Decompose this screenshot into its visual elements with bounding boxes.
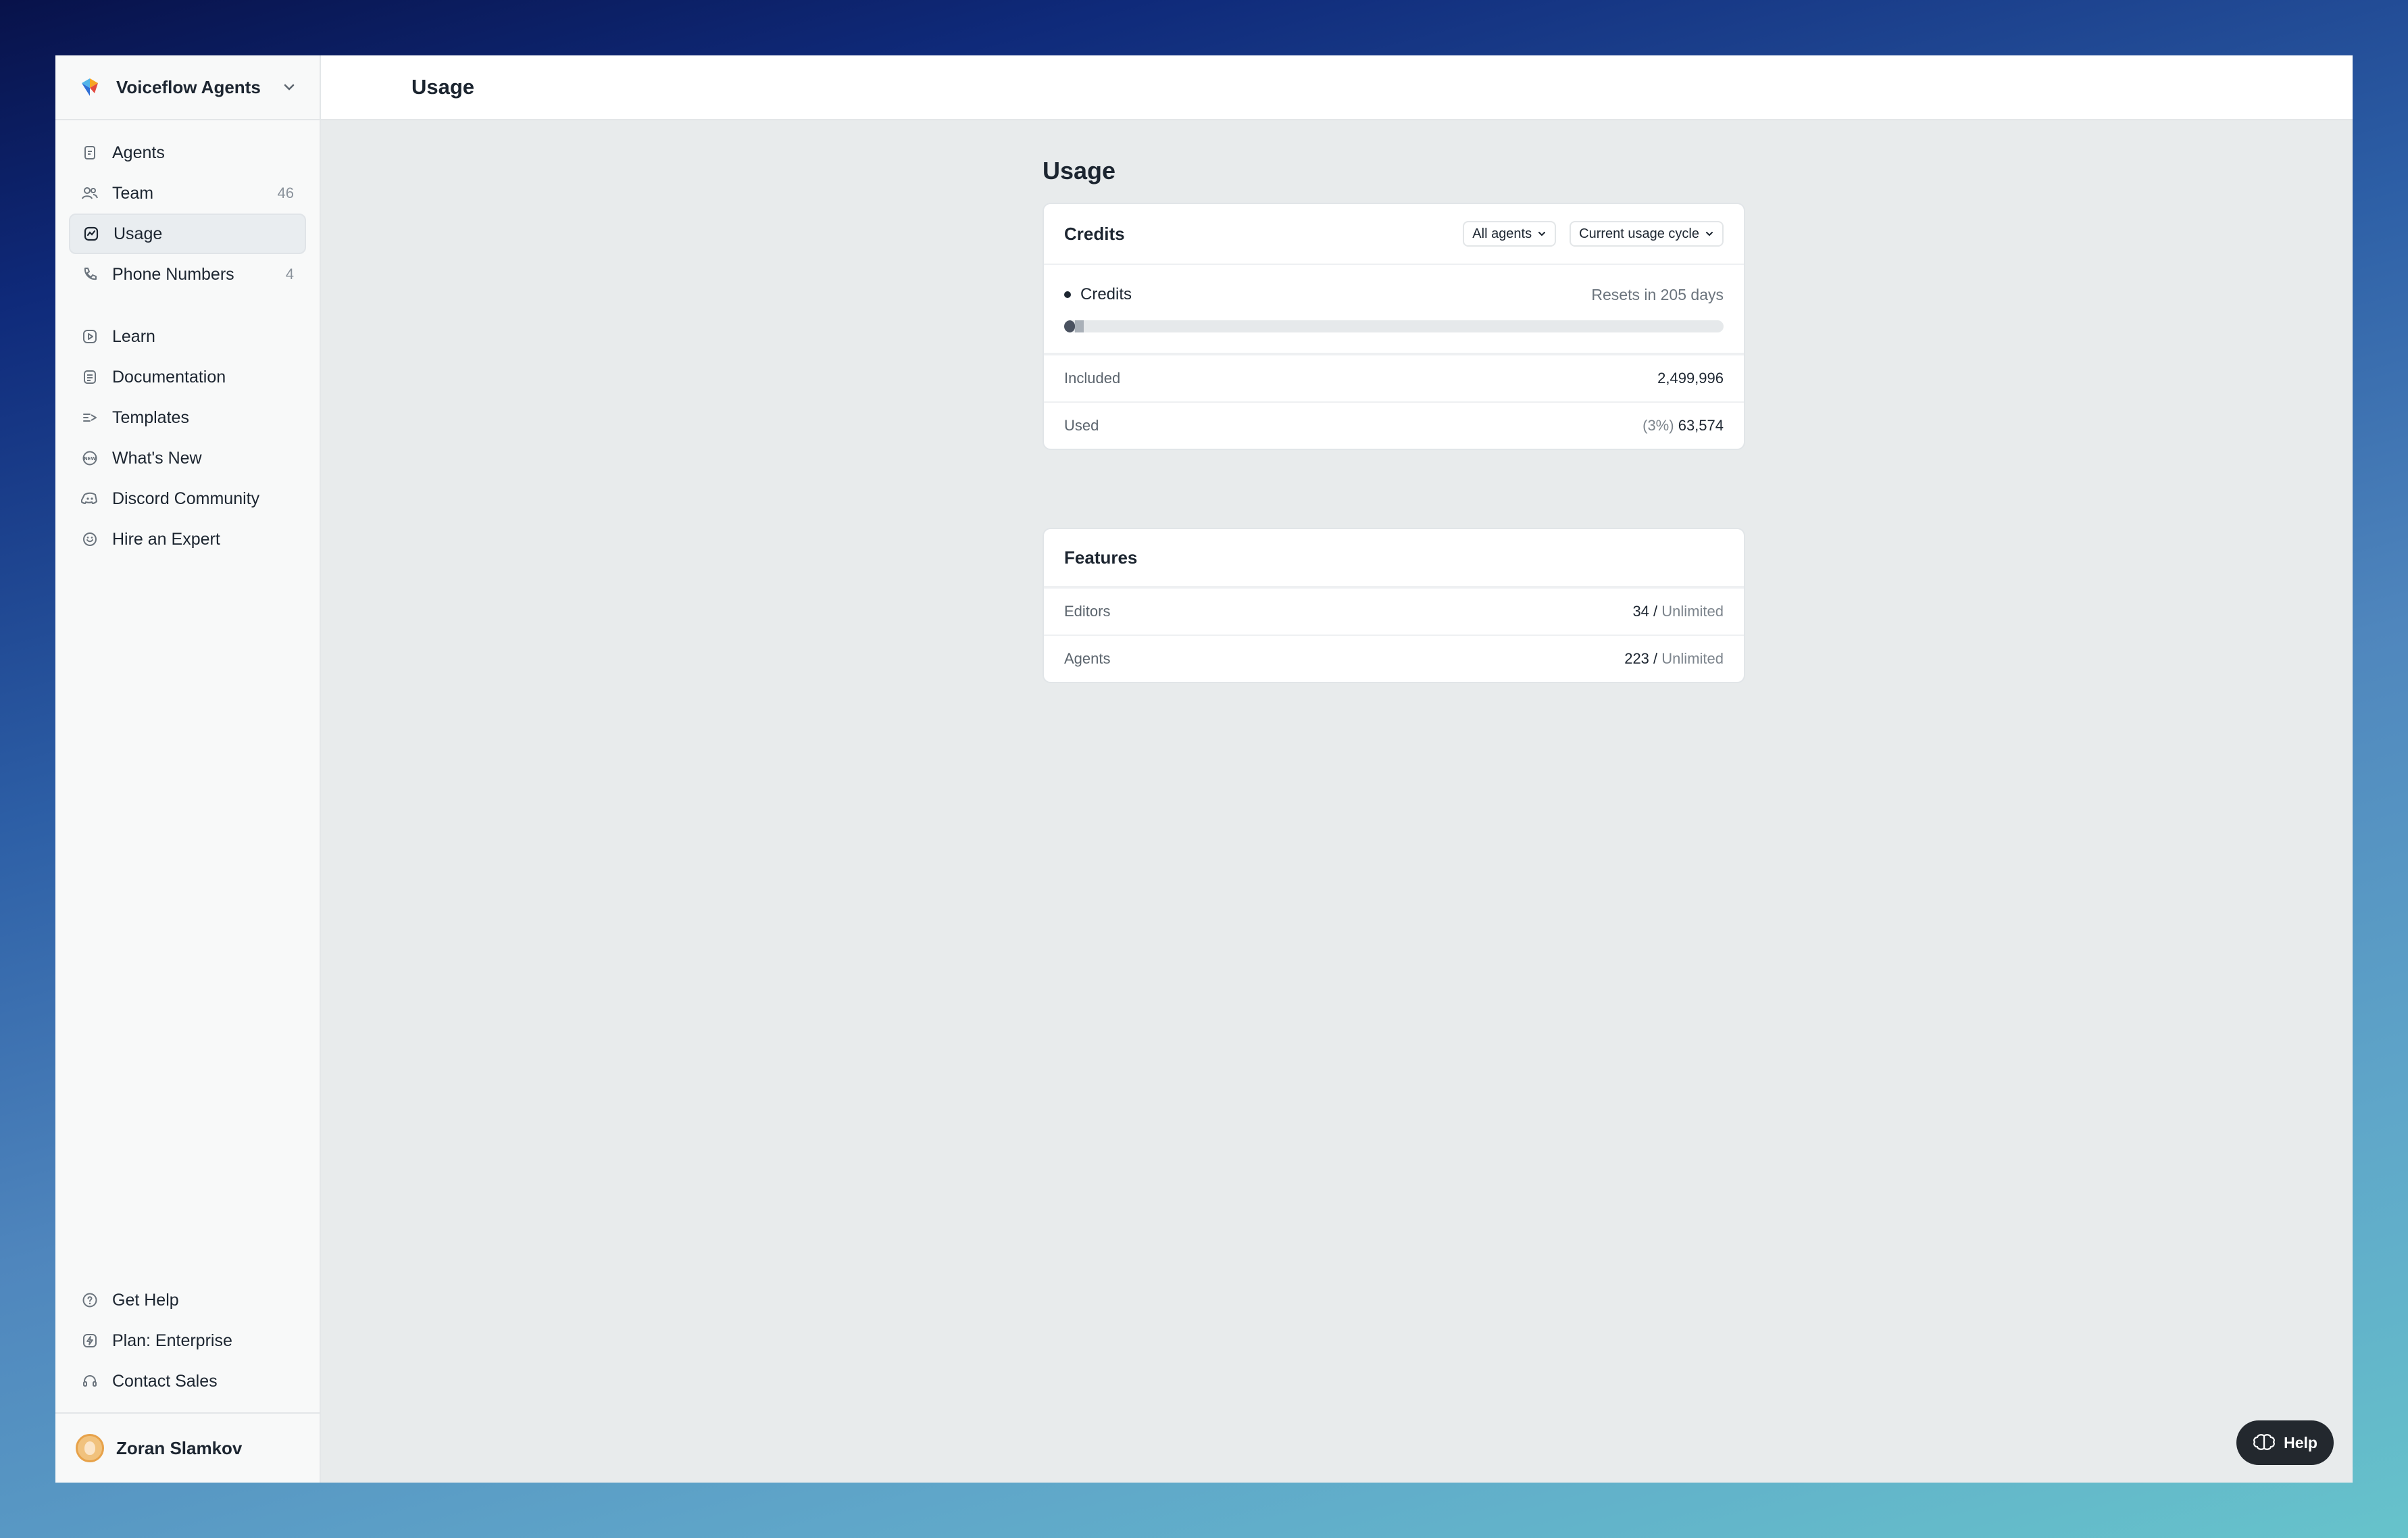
included-label: Included <box>1064 370 1121 387</box>
header-title: Usage <box>411 75 475 99</box>
sidebar-item-phone-numbers[interactable]: Phone Numbers 4 <box>69 254 306 295</box>
sidebar: Voiceflow Agents Agents Team 46 Usage Ph… <box>55 55 321 1483</box>
chevron-down-icon <box>1538 232 1546 237</box>
sidebar-item-get-help[interactable]: Get Help <box>69 1280 306 1320</box>
sidebar-item-learn[interactable]: Learn <box>69 316 306 357</box>
avatar <box>76 1434 104 1462</box>
sidebar-item-label: Hire an Expert <box>112 529 220 549</box>
sidebar-item-label: Plan: Enterprise <box>112 1331 232 1350</box>
feature-value: 223 <box>1624 650 1649 667</box>
credits-progress-fill-secondary <box>1075 320 1084 332</box>
features-title: Features <box>1064 547 1138 568</box>
sidebar-item-label: Phone Numbers <box>112 264 234 284</box>
sidebar-item-discord[interactable]: Discord Community <box>69 478 306 519</box>
sidebar-item-hire-expert[interactable]: Hire an Expert <box>69 519 306 560</box>
brain-icon <box>2253 1434 2275 1450</box>
feature-separator: / <box>1653 650 1658 667</box>
used-percent: (3%) <box>1642 417 1674 434</box>
sidebar-item-label: Contact Sales <box>112 1371 218 1391</box>
help-button[interactable]: Help <box>2236 1420 2334 1465</box>
header-bar: Usage <box>321 55 2353 120</box>
feature-value: 34 <box>1632 603 1649 620</box>
sidebar-item-count: 4 <box>285 266 294 282</box>
app-window: Voiceflow Agents Agents Team 46 Usage Ph… <box>55 55 2353 1483</box>
voiceflow-logo-icon <box>80 77 100 97</box>
help-button-label: Help <box>2284 1433 2317 1452</box>
sidebar-item-label: Team <box>112 183 154 203</box>
sidebar-item-label: Documentation <box>112 367 226 387</box>
help-circle-icon <box>81 1291 99 1309</box>
feature-label: Editors <box>1064 603 1111 620</box>
sidebar-item-label: What's New <box>112 448 202 468</box>
workspace-name: Voiceflow Agents <box>116 76 261 97</box>
sidebar-item-agents[interactable]: Agents <box>69 132 306 173</box>
sidebar-item-label: Usage <box>114 224 163 243</box>
new-badge-icon: NEW <box>81 449 99 467</box>
agents-filter-dropdown[interactable]: All agents <box>1463 221 1557 247</box>
used-value: 63,574 <box>1678 417 1724 434</box>
user-name: Zoran Slamkov <box>116 1437 243 1458</box>
play-icon <box>81 328 99 345</box>
usage-icon <box>82 225 100 243</box>
sidebar-item-documentation[interactable]: Documentation <box>69 357 306 397</box>
feature-label: Agents <box>1064 650 1111 667</box>
agents-filter-label: All agents <box>1472 226 1532 241</box>
chevron-down-icon <box>282 80 297 95</box>
resets-text: Resets in 205 days <box>1591 285 1724 303</box>
credits-card-header: Credits All agents Current usage cycle <box>1044 204 1744 265</box>
credits-card: Credits All agents Current usage cycle C… <box>1043 203 1745 450</box>
legend-dot <box>1064 291 1071 298</box>
credits-progress-block: Credits Resets in 205 days <box>1044 265 1744 354</box>
sidebar-bottom-nav: Get Help Plan: Enterprise Contact Sales <box>69 1280 306 1401</box>
expert-icon <box>81 530 99 548</box>
agents-icon <box>81 144 99 162</box>
used-label: Used <box>1064 417 1099 434</box>
documentation-icon <box>81 368 99 386</box>
included-value: 2,499,996 <box>1657 370 1724 387</box>
credits-progress-bar <box>1064 320 1724 332</box>
sidebar-item-label: Discord Community <box>112 489 260 508</box>
sidebar-item-team[interactable]: Team 46 <box>69 173 306 214</box>
templates-icon <box>81 409 99 426</box>
usage-cycle-label: Current usage cycle <box>1579 226 1699 241</box>
used-row: Used (3%) 63,574 <box>1044 401 1744 449</box>
page-title: Usage <box>1043 157 1116 184</box>
credits-title: Credits <box>1064 223 1125 244</box>
discord-icon <box>81 490 99 507</box>
feature-row-agents: Agents 223 / Unlimited <box>1044 635 1744 682</box>
phone-icon <box>81 266 99 283</box>
features-card: Features Editors 34 / Unlimited Agents 2… <box>1043 528 1745 683</box>
credits-legend: Credits <box>1064 285 1132 304</box>
feature-row-editors: Editors 34 / Unlimited <box>1044 587 1744 635</box>
headset-icon <box>81 1372 99 1390</box>
chevron-down-icon <box>1706 232 1713 237</box>
user-profile[interactable]: Zoran Slamkov <box>55 1412 320 1483</box>
svg-text:NEW: NEW <box>84 456 97 462</box>
sidebar-item-contact-sales[interactable]: Contact Sales <box>69 1361 306 1401</box>
sidebar-item-count: 46 <box>277 184 294 201</box>
sidebar-item-templates[interactable]: Templates <box>69 397 306 438</box>
sidebar-item-label: Get Help <box>112 1290 179 1310</box>
credits-legend-label: Credits <box>1080 285 1132 303</box>
feature-separator: / <box>1653 603 1658 620</box>
sidebar-item-plan[interactable]: Plan: Enterprise <box>69 1320 306 1361</box>
team-icon <box>81 184 99 202</box>
sidebar-nav: Agents Team 46 Usage Phone Numbers 4 Lea… <box>55 120 320 560</box>
included-row: Included 2,499,996 <box>1044 354 1744 401</box>
features-card-header: Features <box>1044 529 1744 587</box>
sidebar-item-label: Agents <box>112 143 165 162</box>
feature-limit: Unlimited <box>1661 650 1724 667</box>
sidebar-item-label: Learn <box>112 326 155 346</box>
plan-icon <box>81 1332 99 1349</box>
workspace-switcher[interactable]: Voiceflow Agents <box>55 55 320 120</box>
sidebar-item-label: Templates <box>112 407 189 427</box>
main-content: Usage Credits All agents Current usage c… <box>321 120 2353 1483</box>
sidebar-item-usage[interactable]: Usage <box>69 214 306 254</box>
usage-cycle-dropdown[interactable]: Current usage cycle <box>1570 221 1724 247</box>
credits-progress-fill <box>1064 320 1076 332</box>
sidebar-item-whats-new[interactable]: NEW What's New <box>69 438 306 478</box>
feature-limit: Unlimited <box>1661 603 1724 620</box>
